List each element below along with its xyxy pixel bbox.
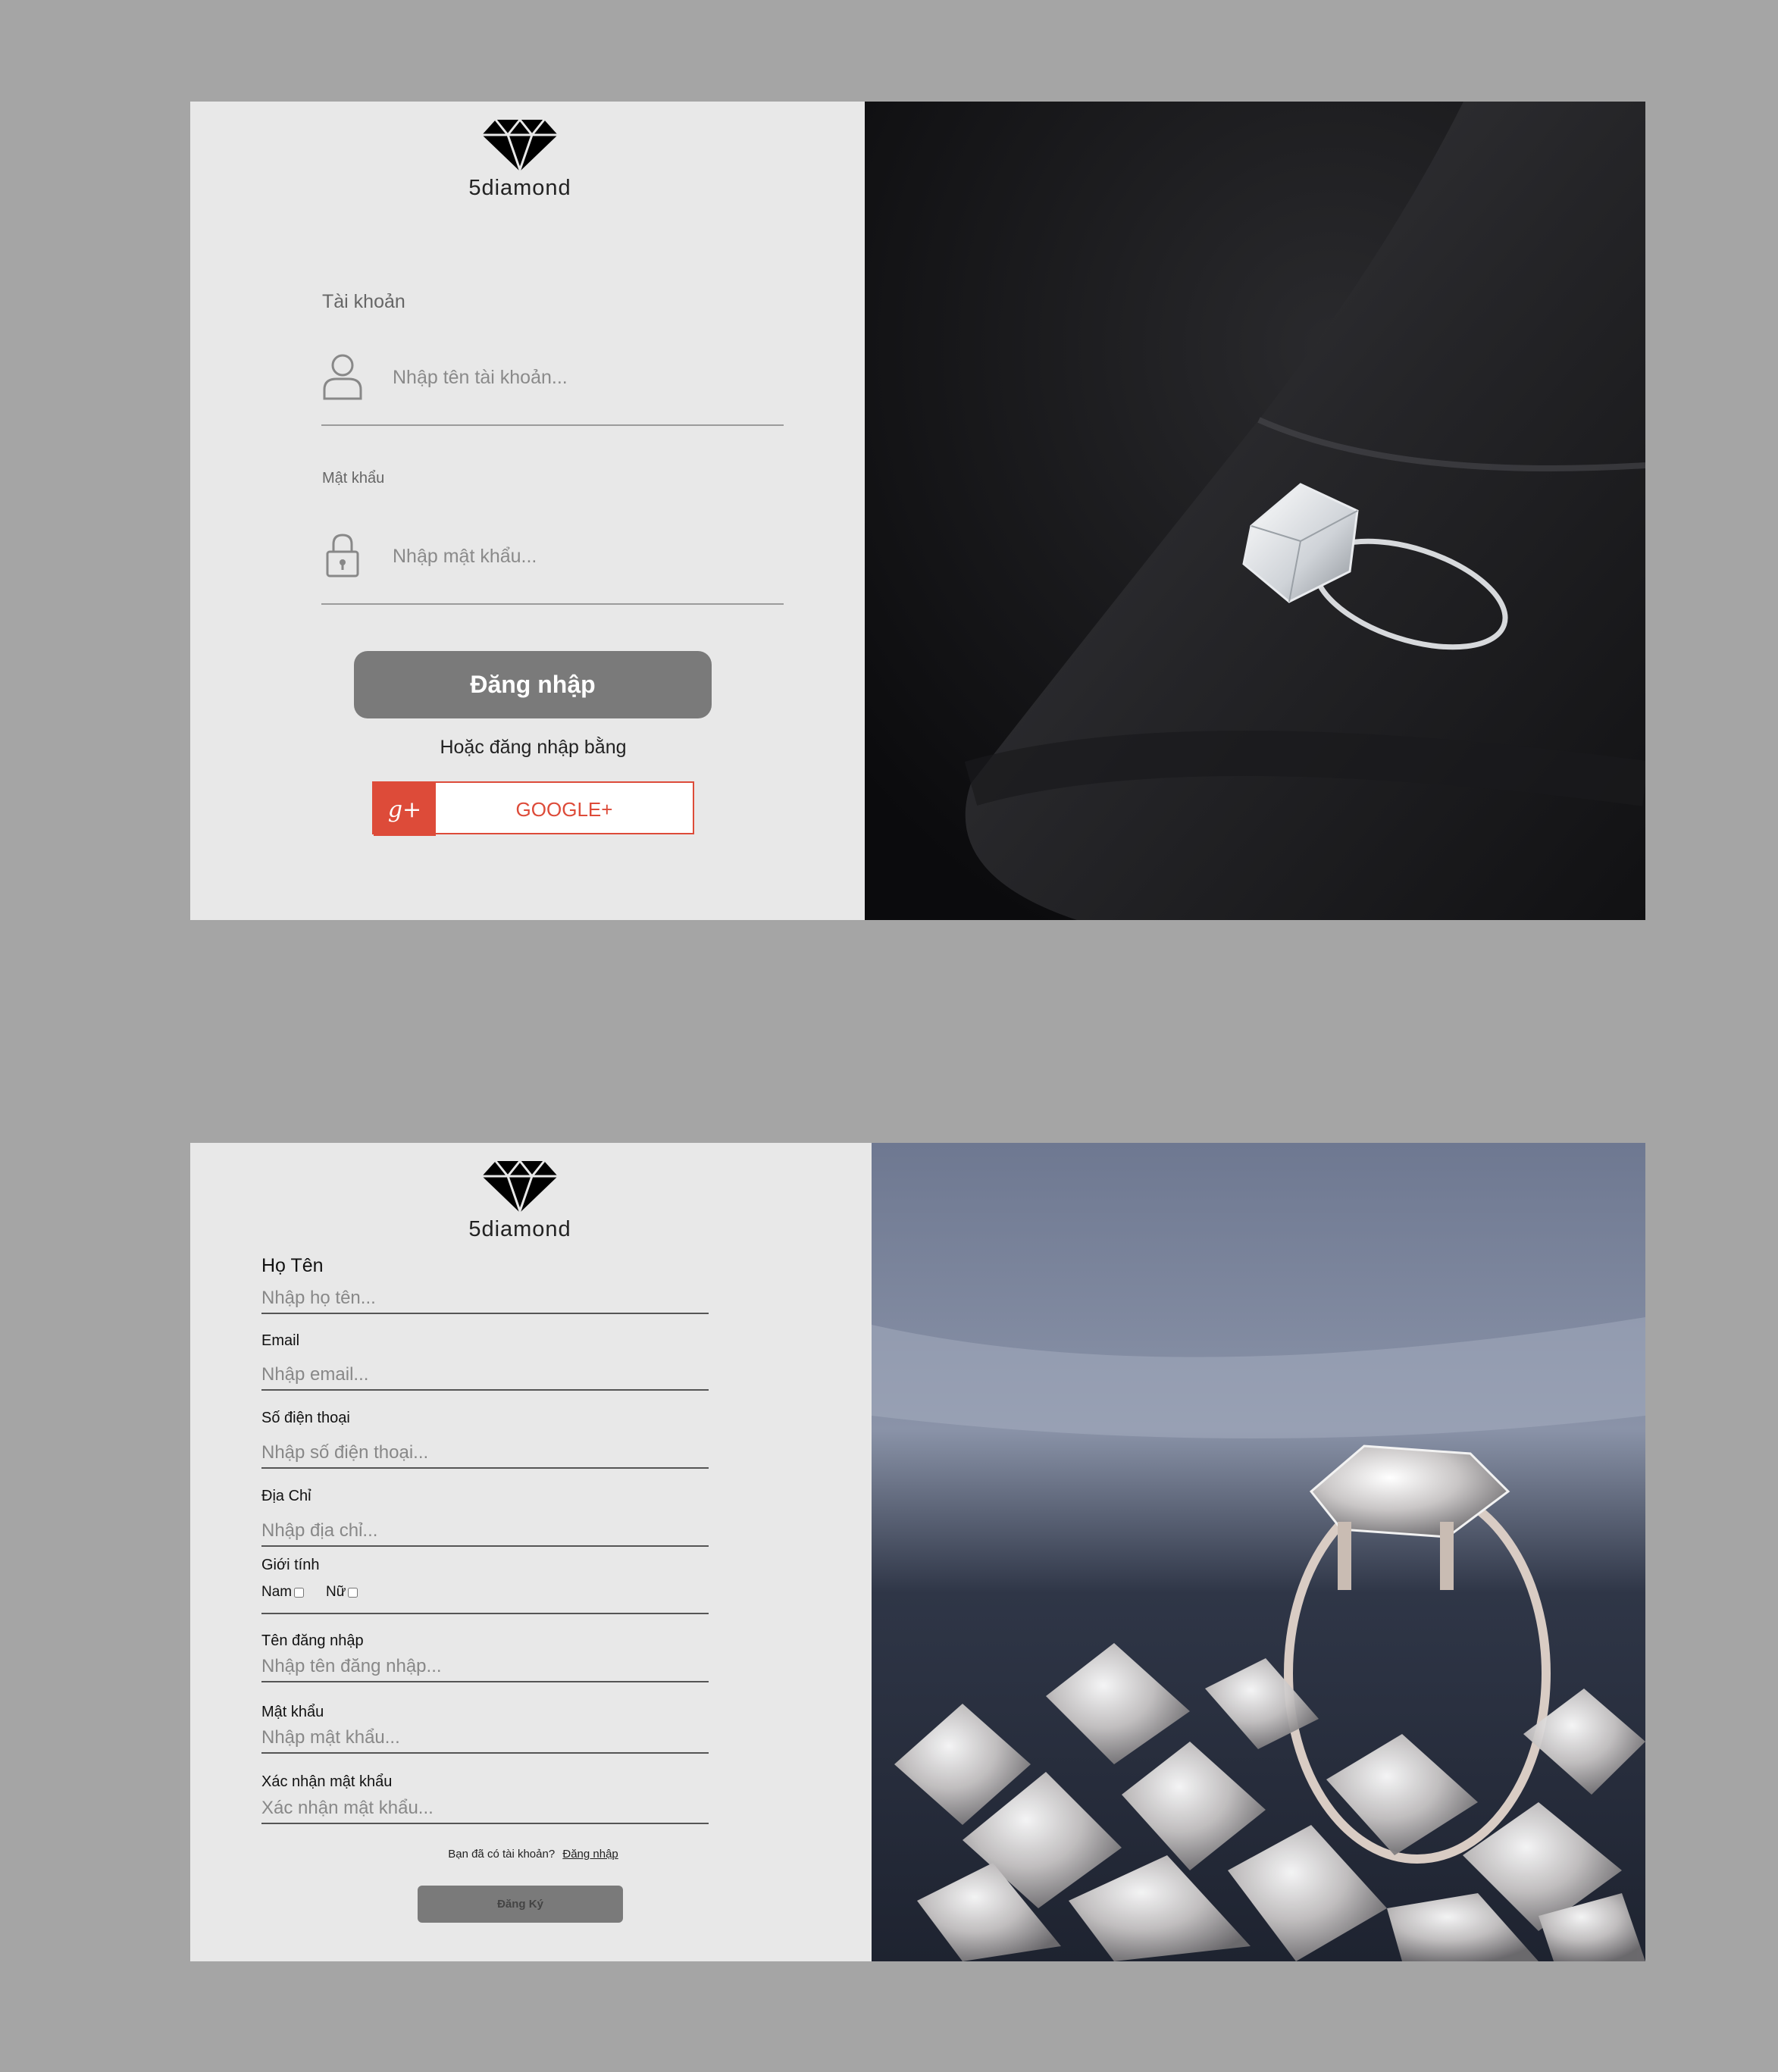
gender-male-checkbox[interactable] <box>294 1587 305 1598</box>
login-form-panel: 5diamond Tài khoản Mật khẩu Đăng nhập Ho… <box>190 102 865 920</box>
lock-icon <box>326 534 359 577</box>
confirm-password-label: Xác nhận mật khẩu <box>261 1773 393 1790</box>
email-input[interactable] <box>261 1360 709 1391</box>
gender-male-label: Nam <box>261 1584 293 1600</box>
phone-input[interactable] <box>261 1438 709 1469</box>
gender-female-label: Nữ <box>326 1584 346 1600</box>
account-input-row <box>321 335 784 426</box>
ring-on-diamonds-image <box>872 1143 1645 1961</box>
gender-options: Nam Nữ <box>261 1582 709 1614</box>
alt-login-text: Hoặc đăng nhập bằng <box>440 737 627 758</box>
google-plus-icon: g+ <box>374 783 436 836</box>
brand: 5diamond <box>190 1158 850 1242</box>
email-label: Email <box>261 1332 300 1349</box>
diamond-icon <box>482 117 558 173</box>
have-account-text: Bạn đã có tài khoản? <box>448 1848 556 1861</box>
gender-male-option[interactable]: Nam <box>261 1584 305 1601</box>
fullname-input[interactable] <box>261 1284 709 1314</box>
ring-diamonds-photo <box>872 1143 1645 1961</box>
phone-label: Số điện thoại <box>261 1410 350 1426</box>
username-input[interactable] <box>261 1652 709 1682</box>
username-label: Tên đăng nhập <box>261 1632 364 1649</box>
register-screen: 5diamond Họ Tên Email Số điện thoại Địa … <box>190 1143 1645 1961</box>
diamond-icon <box>482 1159 558 1214</box>
google-login-button[interactable]: g+ GOOGLE+ <box>372 781 694 836</box>
google-login-label: GOOGLE+ <box>515 798 613 821</box>
login-button[interactable]: Đăng nhập <box>354 651 712 718</box>
register-button[interactable]: Đăng Ký <box>418 1886 623 1923</box>
ring-photo <box>865 102 1645 920</box>
ring-on-fabric-image <box>865 102 1645 920</box>
gender-female-option[interactable]: Nữ <box>326 1584 358 1601</box>
confirm-password-input[interactable] <box>261 1794 709 1824</box>
account-input[interactable] <box>391 358 773 397</box>
password-label: Mật khẩu <box>322 470 385 487</box>
login-link[interactable]: Đăng nhập <box>562 1848 618 1861</box>
user-icon <box>323 354 362 400</box>
gender-female-checkbox[interactable] <box>348 1587 358 1598</box>
register-form-panel: 5diamond Họ Tên Email Số điện thoại Địa … <box>190 1143 872 1961</box>
gender-label: Giới tính <box>261 1557 320 1573</box>
login-screen: 5diamond Tài khoản Mật khẩu Đăng nhập Ho… <box>190 102 1645 920</box>
account-label: Tài khoản <box>322 291 405 312</box>
address-label: Địa Chỉ <box>261 1488 311 1504</box>
password-label: Mật khẩu <box>261 1704 324 1720</box>
brand-name: 5diamond <box>468 176 571 200</box>
fullname-label: Họ Tên <box>261 1255 324 1276</box>
password-input[interactable] <box>391 537 773 576</box>
brand: 5diamond <box>190 117 850 201</box>
brand-name: 5diamond <box>468 1217 571 1241</box>
address-input[interactable] <box>261 1516 709 1547</box>
password-input-row <box>321 514 784 605</box>
have-account-prompt: Bạn đã có tài khoản? Đăng nhập <box>190 1848 876 1861</box>
password-input[interactable] <box>261 1723 709 1754</box>
